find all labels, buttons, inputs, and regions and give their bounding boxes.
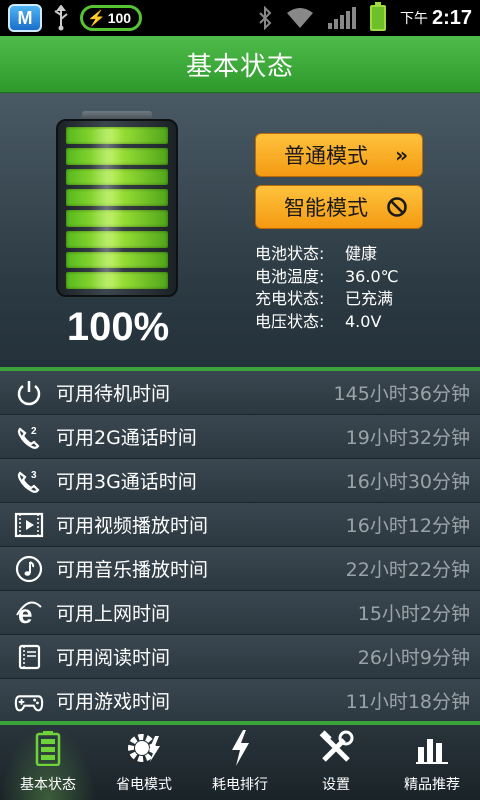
clock: 2:17 <box>431 6 472 29</box>
tab-consumption-ranking[interactable]: 耗电排行 <box>192 725 288 800</box>
lightning-icon: ⚡ <box>87 10 106 27</box>
book-icon <box>14 642 44 672</box>
list-item-game[interactable]: 可用游戏时间 11小时18分钟 <box>0 679 480 723</box>
battery-percent: 100% <box>66 305 170 349</box>
title-bar: 基本状态 <box>0 36 480 93</box>
phone-2g-icon: 2 <box>14 422 44 452</box>
double-chevron-right-icon: » <box>395 143 408 167</box>
info-row: 充电状态: 已充满 <box>255 289 394 308</box>
battery-tab-icon <box>28 728 68 768</box>
list-item-internet[interactable]: e 可用上网时间 15小时2分钟 <box>0 591 480 635</box>
bottom-nav: 基本状态 省电模式 耗电排行 设置 精品推荐 <box>0 721 480 800</box>
gamepad-icon <box>14 686 44 716</box>
lightning-icon <box>220 728 260 768</box>
tab-basic-status[interactable]: 基本状态 <box>0 725 96 800</box>
charge-status-badge: ⚡ 100 <box>80 5 143 31</box>
list-item-reading[interactable]: 可用阅读时间 26小时9分钟 <box>0 635 480 679</box>
tab-settings[interactable]: 设置 <box>288 725 384 800</box>
power-icon <box>14 378 44 408</box>
battery-level-graphic <box>56 111 178 297</box>
app-notification-icon[interactable]: M <box>8 4 42 32</box>
list-item-video[interactable]: 可用视频播放时间 16小时12分钟 <box>0 503 480 547</box>
bar-chart-icon <box>412 728 452 768</box>
info-row: 电压状态: 4.0V <box>255 311 382 331</box>
smart-mode-button[interactable]: 智能模式 <box>255 185 423 229</box>
page-title: 基本状态 <box>185 51 294 82</box>
battery-panel: 100% 普通模式 » 智能模式 电池状态: 健康 电池温度: 36.0℃ 充电状态… <box>0 93 480 367</box>
usb-icon <box>54 5 68 31</box>
svg-text:3: 3 <box>31 470 37 481</box>
music-icon <box>14 554 44 584</box>
list-item-2g-call[interactable]: 2 可用2G通话时间 19小时32分钟 <box>0 415 480 459</box>
signal-icon <box>327 7 356 29</box>
tools-icon <box>316 728 356 768</box>
list-item-standby[interactable]: 可用待机时间 145小时36分钟 <box>0 371 480 415</box>
svg-text:2: 2 <box>31 426 37 437</box>
time-period: 下午 <box>399 11 428 27</box>
normal-mode-label: 普通模式 <box>284 144 368 168</box>
tab-recommended[interactable]: 精品推荐 <box>384 725 480 800</box>
video-icon <box>14 510 44 540</box>
browser-icon: e <box>14 598 44 628</box>
status-bar: M ⚡ 100 下午 2:17 <box>0 0 480 36</box>
tab-power-saving[interactable]: 省电模式 <box>96 725 192 800</box>
info-row: 电池状态: 健康 <box>255 244 378 263</box>
charge-status-text: 100 <box>107 10 132 26</box>
usage-list: 可用待机时间 145小时36分钟 2 可用2G通话时间 19小时32分钟 3 可… <box>0 367 480 723</box>
gear-lightning-icon <box>124 728 164 768</box>
bluetooth-icon <box>259 6 272 30</box>
smart-mode-label: 智能模式 <box>284 196 368 220</box>
phone-3g-icon: 3 <box>14 466 44 496</box>
battery-info: 电池状态: 健康 电池温度: 36.0℃ 充电状态: 已充满 电压状态: 4.0V <box>255 243 399 333</box>
list-item-music[interactable]: 可用音乐播放时间 22小时22分钟 <box>0 547 480 591</box>
battery-status-icon <box>369 2 386 31</box>
forbidden-icon <box>387 197 407 217</box>
info-row: 电池温度: 36.0℃ <box>255 266 399 286</box>
list-item-3g-call[interactable]: 3 可用3G通话时间 16小时30分钟 <box>0 459 480 503</box>
normal-mode-button[interactable]: 普通模式 » <box>255 133 423 177</box>
wifi-icon <box>286 8 313 28</box>
